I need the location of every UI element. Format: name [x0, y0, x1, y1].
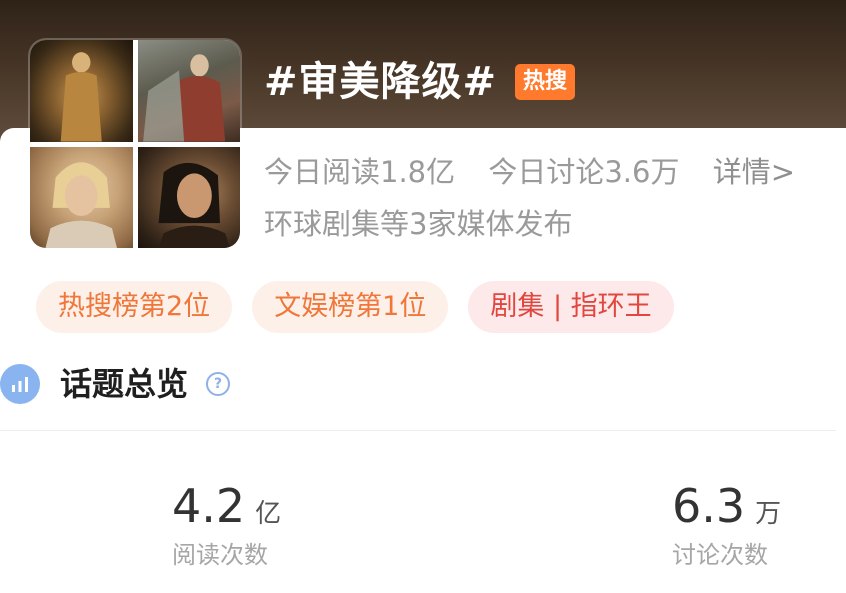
- metric-label: 讨论次数: [672, 541, 768, 569]
- divider: [0, 430, 836, 431]
- question-circle-icon[interactable]: ?: [206, 372, 231, 396]
- metric-unit: 亿: [255, 499, 282, 529]
- metric-reads: 4.2 亿 阅读次数: [172, 478, 281, 572]
- tag-hot-search-rank[interactable]: 热搜榜第2位: [36, 281, 233, 333]
- bar-chart-icon: [0, 364, 40, 404]
- topic-cover-collage[interactable]: [30, 40, 240, 248]
- hot-badge: 热搜: [515, 64, 576, 100]
- cover-image-3: [30, 146, 133, 248]
- metric-unit: 万: [755, 499, 782, 529]
- discuss-today: 今日讨论3.6万: [488, 155, 680, 189]
- read-today: 今日阅读1.8亿: [264, 155, 456, 189]
- cover-image-4: [137, 146, 240, 248]
- media-publishers[interactable]: 环球剧集等3家媒体发布: [264, 202, 572, 246]
- cover-image-1: [30, 40, 133, 142]
- topic-title[interactable]: #审美降级#: [264, 58, 497, 106]
- metric-label: 阅读次数: [172, 541, 268, 569]
- metric-value: 4.2: [172, 479, 246, 533]
- detail-link[interactable]: 详情>: [713, 155, 795, 189]
- today-stats: 今日阅读1.8亿 今日讨论3.6万 详情>: [264, 150, 795, 194]
- topic-tags: 热搜榜第2位 文娱榜第1位 剧集 | 指环王: [36, 281, 674, 333]
- cover-image-2: [137, 40, 240, 142]
- overview-title: 话题总览: [60, 365, 189, 403]
- metric-discussions: 6.3 万 讨论次数: [672, 478, 781, 572]
- topic-title-row: #审美降级# 热搜: [264, 58, 576, 106]
- tag-series-category[interactable]: 剧集 | 指环王: [468, 281, 674, 333]
- tag-entertainment-rank[interactable]: 文娱榜第1位: [252, 281, 449, 333]
- overview-header: 话题总览 ?: [0, 362, 231, 406]
- metric-value: 6.3: [672, 479, 746, 533]
